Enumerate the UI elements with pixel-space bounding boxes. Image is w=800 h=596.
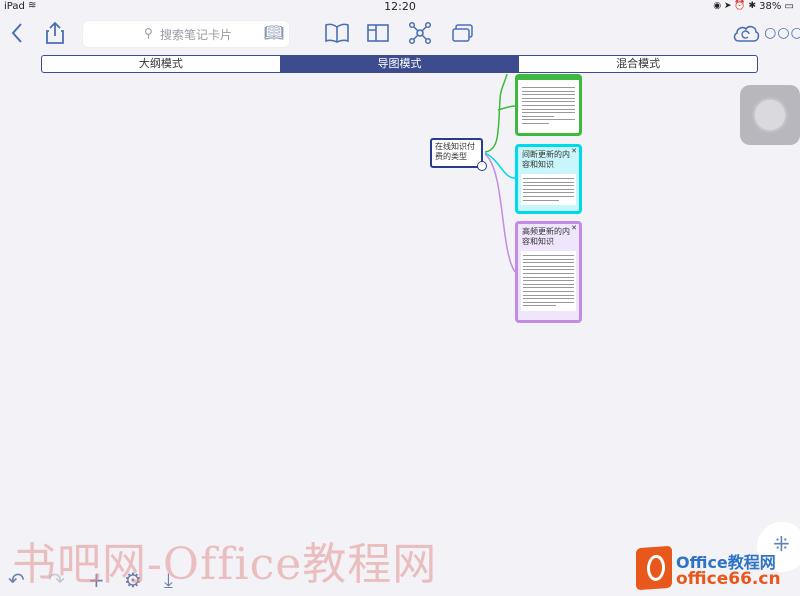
card-text-lines (522, 87, 575, 124)
root-node-label: 在线知识付费的类型 (435, 142, 475, 161)
logo-text-line2: office66.cn (676, 569, 781, 589)
watermark-text: 书吧网-Office教程网 (12, 539, 438, 590)
close-icon[interactable]: ✕ (571, 224, 577, 232)
card-title: 高频更新的内容和知识 (522, 227, 570, 246)
mindmap-card-1[interactable] (515, 74, 582, 136)
mindmap-connectors (484, 73, 516, 273)
card-title: 间断更新的内容和知识 (522, 150, 570, 169)
office-logo-watermark: Office教程网 office66.cn (632, 545, 800, 596)
card-text-lines (521, 174, 576, 206)
mindmap-root-node[interactable]: 在线知识付费的类型 (430, 138, 483, 168)
close-icon[interactable]: ✕ (571, 147, 577, 155)
card-text-lines (521, 251, 576, 311)
node-expand-handle[interactable] (477, 161, 487, 171)
assistive-touch-inner (755, 100, 785, 130)
mindmap-card-3[interactable]: ✕ 高频更新的内容和知识 (515, 221, 582, 323)
office-logo-icon (636, 545, 672, 591)
mindmap-card-2[interactable]: ✕ 间断更新的内容和知识 (515, 144, 582, 214)
assistive-touch-button[interactable] (740, 85, 800, 145)
